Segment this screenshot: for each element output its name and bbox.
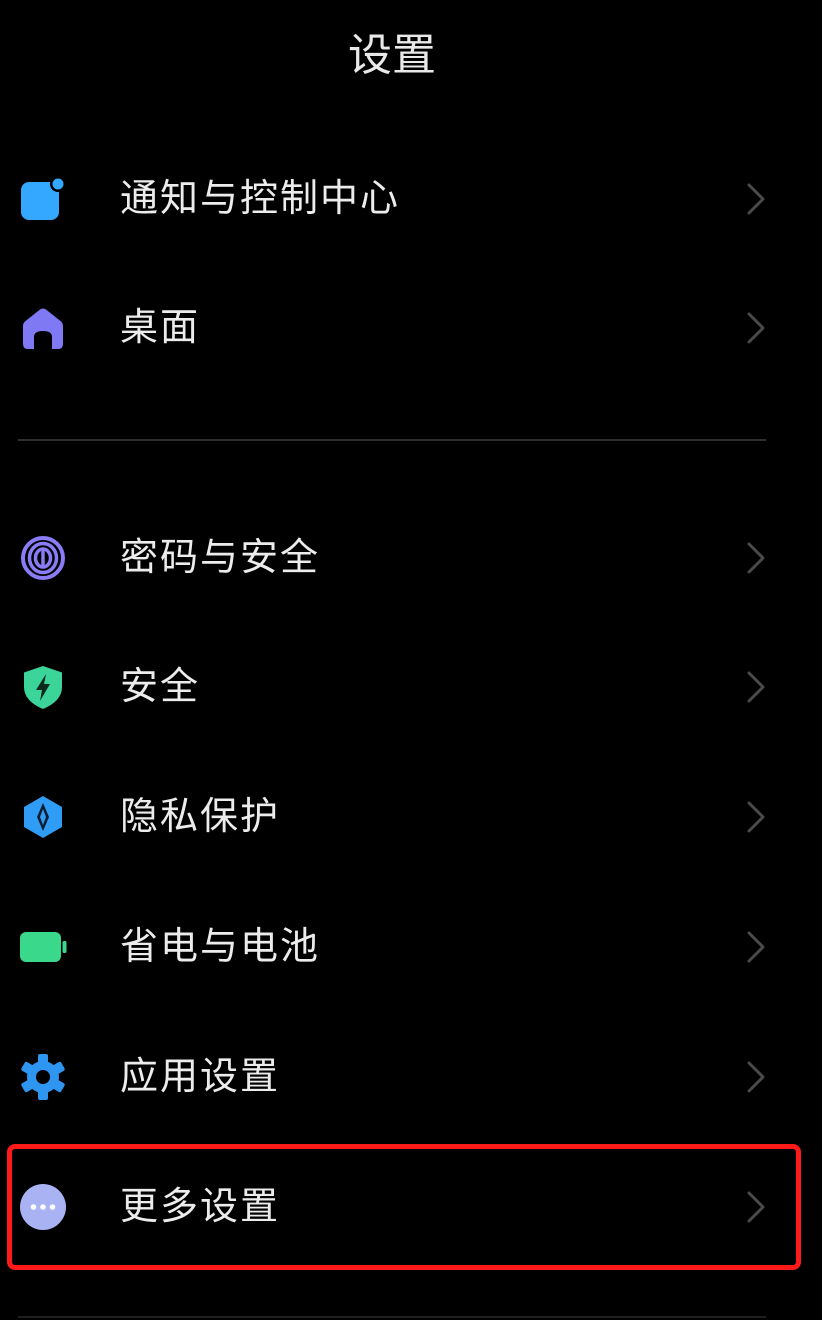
settings-item-label: 密码与安全 <box>120 535 321 579</box>
settings-item-home[interactable]: 桌面 <box>0 272 784 382</box>
fingerprint-icon <box>19 534 67 582</box>
shield-icon <box>19 663 67 711</box>
chevron-right-icon <box>744 1059 768 1095</box>
settings-item-label: 安全 <box>120 664 201 708</box>
notification-icon <box>19 175 67 223</box>
settings-item-apps[interactable]: 应用设置 <box>0 1021 784 1131</box>
home-icon <box>19 304 67 352</box>
settings-item-password[interactable]: 密码与安全 <box>0 502 784 612</box>
section-divider <box>18 439 766 441</box>
chevron-right-icon <box>744 669 768 705</box>
gear-icon <box>19 1053 67 1101</box>
chevron-right-icon <box>744 310 768 346</box>
settings-item-label: 应用设置 <box>120 1054 281 1098</box>
bottom-divider <box>18 1316 766 1318</box>
privacy-icon <box>19 793 67 841</box>
settings-item-battery[interactable]: 省电与电池 <box>0 891 784 1001</box>
settings-item-label: 通知与控制中心 <box>120 176 401 220</box>
settings-item-label: 隐私保护 <box>120 794 281 838</box>
chevron-right-icon <box>744 181 768 217</box>
settings-item-label: 省电与电池 <box>120 924 321 968</box>
chevron-right-icon <box>744 799 768 835</box>
highlight-box <box>7 1144 801 1270</box>
settings-item-notification[interactable]: 通知与控制中心 <box>0 143 784 253</box>
settings-item-label: 桌面 <box>120 305 201 349</box>
page-title: 设置 <box>348 30 436 81</box>
settings-item-privacy[interactable]: 隐私保护 <box>0 761 784 871</box>
settings-item-security[interactable]: 安全 <box>0 631 784 741</box>
chevron-right-icon <box>744 540 768 576</box>
battery-icon <box>19 923 67 971</box>
chevron-right-icon <box>744 929 768 965</box>
